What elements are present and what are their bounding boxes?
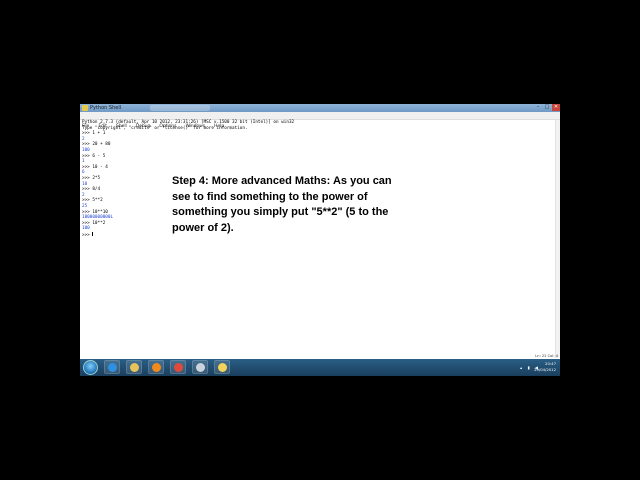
clock-date[interactable]: 29/04/2012: [534, 367, 556, 373]
minimize-button[interactable]: –: [534, 104, 542, 111]
taskbar-media-player-button[interactable]: [148, 360, 164, 374]
windows-taskbar: ▴ ▮ ◀ 20:47 29/04/2012: [80, 359, 560, 376]
taskbar-internet-explorer-button[interactable]: [104, 360, 120, 374]
folder-icon: [130, 363, 139, 372]
taskbar-python-button[interactable]: [214, 360, 230, 374]
close-button[interactable]: ✕: [552, 104, 560, 111]
internet-explorer-icon: [108, 363, 117, 372]
start-button[interactable]: [83, 360, 98, 375]
text-caret: [92, 231, 93, 237]
taskbar-folder-button[interactable]: [126, 360, 142, 374]
menu-bar: File Edit Shell Debug Options Windows He…: [80, 112, 560, 129]
python-app-icon: [82, 105, 88, 111]
taskbar-chrome-button[interactable]: [170, 360, 186, 374]
media-player-icon: [152, 363, 161, 372]
window-title: Python Shell: [90, 105, 122, 111]
cursor-position-status: Ln: 22 Col: 4: [535, 354, 558, 358]
tutorial-caption: Step 4: More advanced Maths: As you can …: [172, 175, 392, 234]
window-titlebar[interactable]: Python Shell – □ ✕: [80, 104, 560, 112]
network-icon: [196, 363, 205, 372]
maximize-button[interactable]: □: [543, 104, 551, 111]
chrome-icon: [174, 363, 183, 372]
background-window-tab: [150, 105, 210, 111]
taskbar-network-button[interactable]: [192, 360, 208, 374]
vertical-scrollbar[interactable]: [555, 120, 560, 358]
python-icon: [218, 363, 227, 372]
desktop-screen: Python Shell – □ ✕ File Edit Shell Debug…: [80, 104, 560, 376]
